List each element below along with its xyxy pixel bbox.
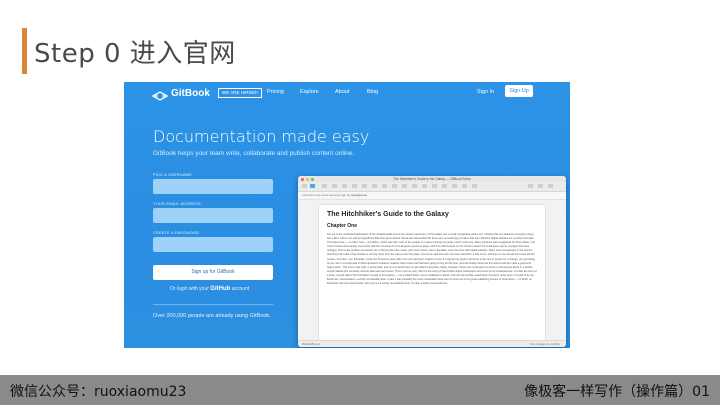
toolbar-button[interactable] [362,184,367,188]
toolbar-button[interactable] [442,184,447,188]
status-file: README.md [302,342,320,346]
editor-statusbar: README.md No changes to publish [298,340,566,347]
toolbar-button[interactable] [352,184,357,188]
hiring-badge[interactable]: WE ARE HIRING! [218,88,262,98]
toolbar-button[interactable] [472,184,477,188]
email-field[interactable] [153,208,273,223]
gitbook-logo[interactable]: GitBook [151,87,210,101]
toolbar-button[interactable] [412,184,417,188]
toolbar-button[interactable] [332,184,337,188]
toolbar-button[interactable] [402,184,407,188]
toolbar-button[interactable] [342,184,347,188]
title-accent-bar [22,28,27,74]
editor-path-user: samypesse [350,193,368,197]
toolbar-button[interactable] [462,184,467,188]
editor-page[interactable]: The Hitchhiker's Guide to the Galaxy Cha… [318,204,546,342]
chapter-heading: Chapter One [327,223,358,229]
editor-path: Lost with now a few seconds ago by samyp… [302,193,367,197]
site-nav: GitBook WE ARE HIRING! Pricing Explore A… [124,82,570,104]
toolbar-button[interactable] [422,184,427,188]
github-brand: GitHub [210,286,231,292]
toolbar-button[interactable] [310,184,315,188]
toolbar-button[interactable] [548,184,553,188]
signin-link[interactable]: Sign In [477,89,494,95]
book-icon [151,88,169,101]
form-divider [153,304,273,305]
slide-footer: 微信公众号：ruoxiaomu23 像极客一样写作（操作篇）01 [0,375,720,405]
nav-about[interactable]: About [335,89,349,95]
editor-toolbar [298,182,566,192]
toolbar-button[interactable] [528,184,533,188]
github-prefix: Or login with your [170,286,209,292]
signup-button[interactable]: Sign Up [505,85,533,97]
toolbar-button[interactable] [432,184,437,188]
toolbar-button[interactable] [392,184,397,188]
nav-blog[interactable]: Blog [367,89,378,95]
editor-window: The Hitchhiker's Guide to the Galaxy — G… [298,176,566,347]
editor-pathbar: Lost with now a few seconds ago by samyp… [298,192,566,200]
users-note: Over 200,000 people are already using Gi… [153,313,271,319]
logo-text: GitBook [171,87,210,99]
username-label: PICK A USERNAME [153,173,193,177]
footer-wechat: 微信公众号：ruoxiaomu23 [10,384,187,400]
editor-path-text: Lost with now a few seconds ago by [302,193,351,197]
toolbar-button[interactable] [322,184,327,188]
signup-submit-button[interactable]: Sign up for GitBook [153,265,273,280]
hero-headline: Documentation made easy [153,127,370,146]
toolbar-button[interactable] [372,184,377,188]
hero-subline: GitBook helps your team write, collabora… [153,150,355,157]
nav-explore[interactable]: Explore [300,89,319,95]
toolbar-button[interactable] [452,184,457,188]
nav-pricing[interactable]: Pricing [267,89,284,95]
document-title: The Hitchhiker's Guide to the Galaxy [327,211,449,218]
toolbar-button[interactable] [382,184,387,188]
slide-title: Step 0 进入官网 [34,39,236,69]
toolbar-button[interactable] [538,184,543,188]
github-suffix: account [231,286,250,292]
toolbar-button[interactable] [302,184,307,188]
document-body: Far out in the uncharted backwaters of t… [327,233,537,286]
username-field[interactable] [153,179,273,194]
gitbook-screenshot: GitBook WE ARE HIRING! Pricing Explore A… [124,82,570,348]
status-publish: No changes to publish [530,342,560,346]
password-field[interactable] [153,237,273,252]
email-label: YOUR EMAIL ADDRESS [153,202,201,206]
footer-series-title: 像极客一样写作（操作篇）01 [524,384,710,400]
github-login-line[interactable]: Or login with your GitHub account [170,286,249,292]
password-label: CREATE A PASSWORD [153,231,200,235]
